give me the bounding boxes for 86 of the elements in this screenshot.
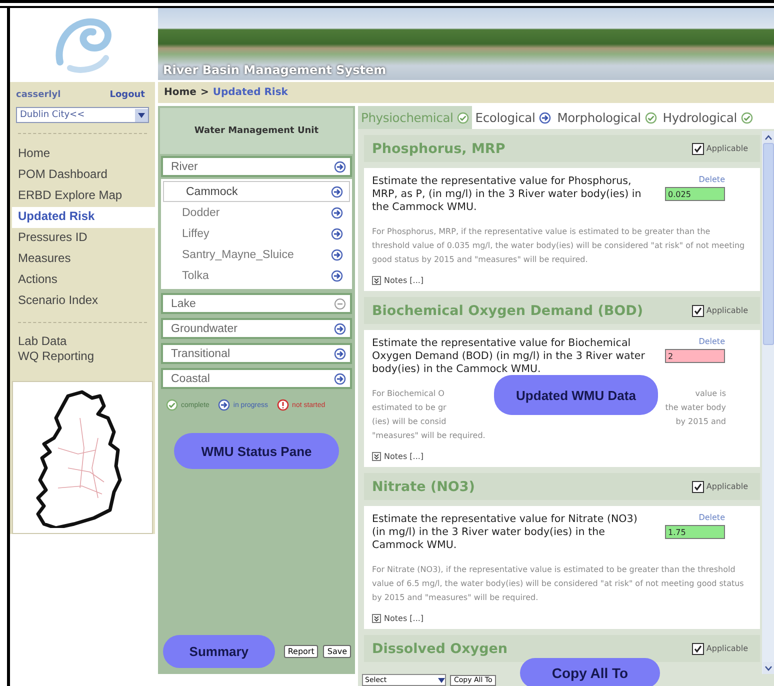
- help-text: the water body: [665, 402, 726, 414]
- username: casserlyl: [16, 90, 61, 100]
- tab[interactable]: Hydrological: [660, 106, 756, 129]
- scroll-up-button[interactable]: [762, 131, 774, 143]
- question-text: Estimate the representative value for Nitrate (NO3) (in mg/l) in the 3 River water body(ies) in the Cammock WMU.: [372, 513, 638, 552]
- question-text: Estimate the representative value for Biochemical Oxygen Demand (BOD) (in mg/l) in the 3 River water body(ies) in the Cammock WMU.: [372, 337, 646, 376]
- checkmark-icon: [694, 644, 702, 652]
- delete-link[interactable]: Delete: [698, 175, 725, 184]
- tree-item[interactable]: Dodder: [163, 202, 350, 223]
- tree-item[interactable]: Cammock: [163, 181, 350, 202]
- pane-button[interactable]: Save: [323, 645, 351, 658]
- tree-item[interactable]: Tolka: [163, 265, 350, 286]
- delete-link[interactable]: Delete: [698, 513, 725, 522]
- help-text: "measures" will be required.: [372, 430, 486, 442]
- caret-icon: [138, 112, 145, 118]
- nav-item[interactable]: Actions: [10, 270, 155, 292]
- tree-item[interactable]: Liffey: [163, 223, 350, 244]
- callout-bubble: Updated WMU Data: [494, 375, 658, 415]
- nav-item[interactable]: WQ Reporting: [10, 348, 155, 364]
- question-text: Estimate the representative value for Phosphorus, MRP, as P, (in mg/l) in the 3 River water body(ies) in the Cammock WMU.: [372, 175, 642, 214]
- checkbox[interactable]: [692, 304, 704, 316]
- section-title: Nitrate (NO3): [372, 478, 475, 494]
- notes-link[interactable]: Notes [...]: [384, 614, 424, 623]
- tab[interactable]: Morphological: [554, 106, 660, 129]
- expand-box-icon: [372, 614, 381, 623]
- chevron-down-icon: [764, 666, 772, 670]
- help-text: value is: [695, 388, 726, 400]
- help-text: estimated to be gr: [372, 402, 446, 414]
- checkmark-icon: [694, 306, 702, 314]
- nav-item[interactable]: POM Dashboard: [10, 165, 155, 186]
- nav-item[interactable]: Lab Data: [10, 333, 155, 348]
- nav-item[interactable]: ERBD Explore Map: [10, 186, 155, 208]
- checkbox-label: Applicable: [706, 482, 748, 491]
- logout-link[interactable]: Logout: [110, 90, 145, 100]
- checkbox-label: Applicable: [706, 306, 748, 315]
- scrollbar[interactable]: [762, 131, 774, 674]
- section-title: Dissolved Oxygen: [372, 640, 508, 656]
- notes-link[interactable]: Notes [...]: [384, 276, 424, 285]
- value-field[interactable]: 1.75: [665, 525, 725, 539]
- checkbox-label: Applicable: [706, 644, 748, 653]
- app-title: River Basin Management System: [162, 63, 386, 79]
- tree-group[interactable]: Lake: [161, 293, 352, 314]
- checkbox[interactable]: [692, 142, 704, 154]
- help-text: For Nitrate (NO3), if the representative value is estimated to be greater than the threshold value of 6.5 mg/l, the water body(ies) will be considered "at risk" of not meeting good status by 2015 and "measures" will be required.: [372, 564, 745, 604]
- delete-link[interactable]: Delete: [698, 337, 725, 346]
- checkmark-icon: [694, 482, 702, 490]
- breadcrumb-link[interactable]: Home: [164, 87, 196, 98]
- nav-item[interactable]: Updated Risk: [12, 207, 155, 228]
- tree-group[interactable]: Transitional: [161, 343, 352, 364]
- scroll-down-button[interactable]: [762, 662, 774, 674]
- tree-group[interactable]: Coastal: [161, 368, 352, 389]
- nav-item[interactable]: Pressures ID: [10, 228, 155, 250]
- tree-group[interactable]: River: [161, 156, 352, 177]
- expand-box-icon: [372, 452, 381, 461]
- help-text: For Biochemical O: [372, 388, 444, 400]
- help-text: by 2015 and: [676, 416, 726, 428]
- nav-item[interactable]: Scenario Index: [10, 291, 155, 312]
- nav-item[interactable]: Measures: [10, 249, 155, 270]
- notes-link[interactable]: Notes [...]: [384, 452, 424, 461]
- tab[interactable]: Ecological: [472, 106, 554, 129]
- callout-bubble: Copy All To: [520, 658, 660, 686]
- section-title: Phosphorus, MRP: [372, 140, 506, 156]
- breadcrumb-separator: >: [200, 87, 209, 98]
- nav-item[interactable]: Home: [10, 144, 155, 166]
- tree-group[interactable]: Groundwater: [161, 318, 352, 339]
- chevron-up-icon: [764, 134, 772, 140]
- help-text: For Phosphorus, MRP, if the representative value is estimated to be greater than the threshold value of 0.035 mg/l, the water body(ies) will be considered "at risk" of not meeting good status by 2015 and "measures" will be required.: [372, 226, 746, 266]
- checkbox[interactable]: [692, 642, 704, 654]
- value-field[interactable]: 0.025: [665, 187, 725, 201]
- caret-icon: [438, 678, 445, 682]
- checkmark-icon: [694, 144, 702, 152]
- expand-box-icon: [372, 276, 381, 285]
- callout-bubble: Summary: [163, 635, 275, 668]
- section-title: Biochemical Oxygen Demand (BOD): [372, 302, 644, 318]
- scroll-thumb[interactable]: [762, 143, 774, 345]
- dropdown-button[interactable]: [135, 108, 148, 122]
- value-field[interactable]: 2: [665, 349, 725, 363]
- pane-title: Water Management Unit: [160, 108, 353, 154]
- checkbox[interactable]: [692, 480, 704, 492]
- help-text: (ies) will be consid: [372, 416, 446, 428]
- checkbox-label: Applicable: [706, 144, 748, 153]
- tree-item[interactable]: Santry_Mayne_Sluice: [163, 244, 350, 265]
- region-select[interactable]: Dublin City<<: [16, 107, 149, 124]
- callout-bubble: WMU Status Pane: [174, 433, 339, 469]
- pane-button[interactable]: Report: [284, 645, 318, 658]
- breadcrumb-link[interactable]: Updated Risk: [212, 87, 288, 98]
